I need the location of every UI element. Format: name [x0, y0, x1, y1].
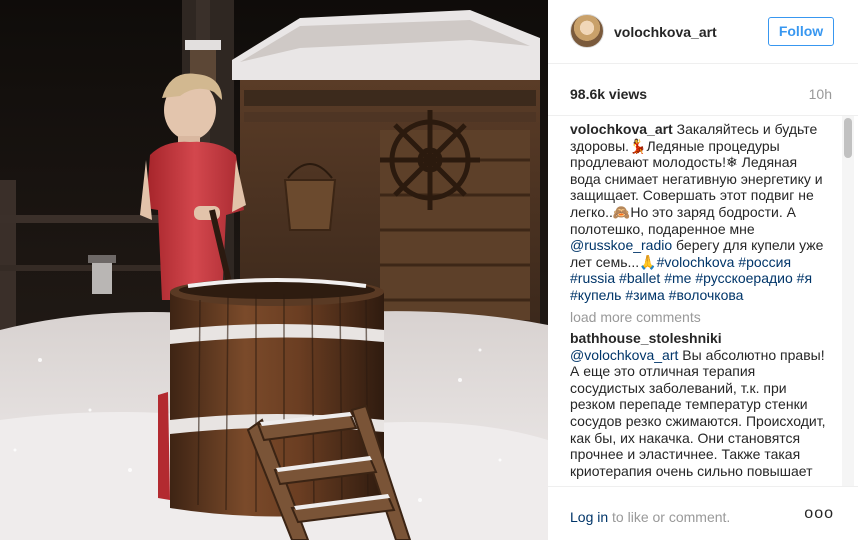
praying-hands-emoji: 🙏: [639, 253, 657, 270]
comments-scrollbar-track[interactable]: [842, 116, 854, 486]
post-video[interactable]: [0, 0, 548, 540]
comment-text: Вы абсолютно правы! А еще это отличная т…: [570, 346, 826, 479]
login-link[interactable]: Log in: [570, 509, 608, 525]
post-header: volochkova_art Follow: [548, 0, 858, 64]
caption-username[interactable]: volochkova_art: [570, 121, 673, 137]
hashtag-link[interactable]: #россия: [738, 254, 791, 270]
caption: volochkova_art Закаляйтесь и будьте здор…: [548, 121, 858, 304]
hashtag-link[interactable]: #me: [664, 270, 691, 286]
hashtag-link[interactable]: #зима: [625, 287, 664, 303]
comments-scrollbar-thumb[interactable]: [844, 118, 852, 158]
dress-emoji: 💃: [629, 137, 647, 154]
post-author-username[interactable]: volochkova_art: [614, 24, 717, 40]
login-prompt-text: to like or comment.: [612, 509, 731, 525]
post-timestamp[interactable]: 10h: [809, 86, 832, 102]
mention-link[interactable]: @volochkova_art: [570, 347, 678, 363]
follow-button[interactable]: Follow: [768, 17, 834, 46]
mention-link[interactable]: @russkoe_radio: [570, 237, 672, 253]
login-prompt: Log in to like or comment.: [570, 509, 730, 525]
hashtag-link[interactable]: #russia: [570, 270, 615, 286]
hashtag-link[interactable]: #ballet: [619, 270, 660, 286]
hashtag-link[interactable]: #волочкова: [669, 287, 744, 303]
monkey-emoji: 🙈: [612, 203, 631, 220]
video-frame: [0, 0, 548, 540]
comments-list: volochkova_art Закаляйтесь и будьте здор…: [548, 116, 858, 486]
post-footer: Log in to like or comment. ooo: [548, 486, 858, 540]
post-side-panel: volochkova_art Follow 98.6k views 10h vo…: [548, 0, 858, 540]
more-options-icon[interactable]: ooo: [804, 505, 834, 523]
comment-username[interactable]: bathhouse_stoleshniki: [570, 330, 722, 346]
hashtag-link[interactable]: #volochkova: [657, 254, 735, 270]
post-stats: 98.6k views 10h: [548, 64, 858, 116]
load-more-comments-link[interactable]: load more comments: [570, 309, 701, 325]
hashtag-link[interactable]: #купель: [570, 287, 621, 303]
hashtag-link[interactable]: #я: [797, 270, 812, 286]
view-count: 98.6k views: [570, 86, 648, 102]
comment: bathhouse_stoleshniki @volochkova_art Вы…: [548, 330, 858, 479]
hashtag-link[interactable]: #русскоерадио: [695, 270, 792, 286]
avatar[interactable]: [570, 14, 604, 48]
snowflake-emoji: ❄: [726, 154, 738, 171]
